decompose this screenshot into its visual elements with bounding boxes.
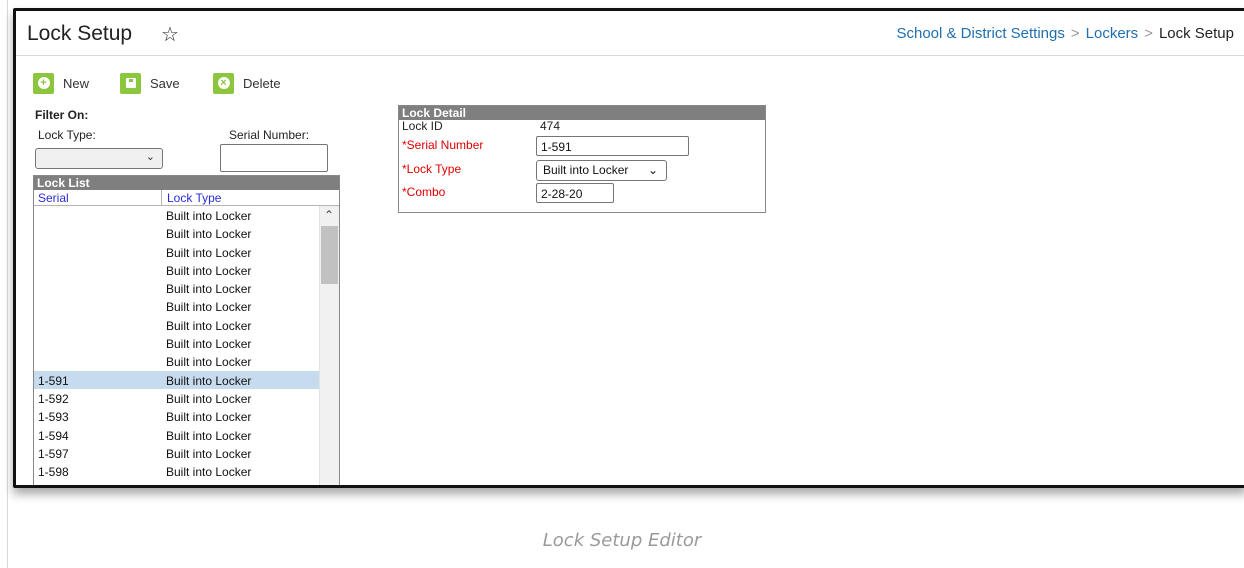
screenshot-frame: Lock Setup ☆ School & District Settings >… [13, 8, 1244, 488]
star-icon[interactable]: ☆ [161, 22, 179, 47]
table-row[interactable]: Built into Locker [34, 224, 319, 242]
serial-number-filter-input[interactable] [220, 144, 328, 172]
row-lock-type: Built into Locker [166, 373, 252, 388]
table-row[interactable]: Built into Locker [34, 243, 319, 261]
row-lock-type: Built into Locker [166, 428, 252, 443]
breadcrumb: School & District Settings > Lockers > Lock … [896, 25, 1234, 42]
table-row[interactable]: Built into Locker [34, 206, 319, 224]
table-row[interactable]: Built into Locker [34, 334, 319, 352]
lock-list-rows: Built into Locker Built into Locker Built … [34, 206, 319, 480]
lock-type-label: *Lock Type [402, 162, 461, 176]
lock-type-filter-label: Lock Type: [38, 128, 96, 142]
table-row[interactable]: 1-592 Built into Locker [34, 389, 319, 407]
new-label: New [63, 75, 90, 91]
row-lock-type: Built into Locker [166, 391, 252, 406]
lock-id-value: 474 [540, 119, 561, 133]
row-lock-type: Built into Locker [166, 209, 252, 223]
chevron-right-icon: > [1144, 25, 1153, 42]
lock-type-select-value: Built into Locker [543, 163, 629, 177]
combo-label: *Combo [402, 185, 445, 199]
serial-number-label-text: Serial Number [406, 138, 484, 152]
row-lock-type: Built into Locker [166, 465, 252, 480]
row-serial: 1-597 [38, 446, 69, 461]
row-serial: 1-592 [38, 391, 69, 406]
column-header-lock-type[interactable]: Lock Type [161, 190, 221, 205]
row-serial: 1-591 [38, 373, 69, 388]
figure-caption: Lock Setup Editor [542, 530, 702, 551]
breadcrumb-school-district-settings[interactable]: School & District Settings [896, 25, 1064, 42]
table-row[interactable]: 1-598 Built into Locker [34, 462, 319, 480]
row-lock-type: Built into Locker [166, 300, 252, 315]
table-row[interactable]: Built into Locker [34, 261, 319, 279]
chevron-down-icon: ⌄ [145, 151, 155, 163]
row-serial: 1-594 [38, 428, 69, 443]
table-row[interactable]: 1-591 Built into Locker [34, 370, 319, 389]
lock-type-select[interactable]: Built into Locker ⌄ [536, 160, 667, 181]
row-lock-type: Built into Locker [166, 263, 252, 278]
lock-list-scrollbar[interactable]: ⌃ [319, 206, 339, 485]
table-row[interactable]: Built into Locker [34, 316, 319, 334]
page-left-rule [7, 0, 8, 568]
table-row[interactable]: Built into Locker [34, 352, 319, 370]
x-circle-icon: × [213, 72, 234, 94]
plus-circle-icon: + [33, 72, 54, 94]
new-button[interactable]: + New [33, 71, 89, 95]
chevron-right-icon: > [1070, 25, 1080, 42]
column-header-serial[interactable]: Serial [38, 191, 69, 205]
row-lock-type: Built into Locker [166, 355, 252, 370]
row-lock-type: Built into Locker [166, 245, 252, 260]
serial-number-filter-label: Serial Number: [229, 128, 310, 142]
chevron-up-icon[interactable]: ⌃ [324, 208, 334, 222]
serial-number-label: *Serial Number [402, 138, 483, 152]
save-disk-icon [120, 72, 141, 94]
breadcrumb-lockers[interactable]: Lockers [1086, 25, 1139, 42]
row-lock-type: Built into Locker [166, 337, 252, 352]
chevron-down-icon: ⌄ [647, 163, 658, 177]
table-row[interactable]: 1-597 Built into Locker [34, 444, 319, 462]
row-lock-type: Built into Locker [166, 318, 252, 333]
combo-label-text: Combo [406, 185, 446, 199]
table-row[interactable]: Built into Locker [34, 279, 319, 297]
lock-list-header: Serial Lock Type [34, 190, 339, 206]
lock-type-label-text: Lock Type [406, 162, 462, 176]
row-serial: 1-598 [38, 465, 69, 480]
row-lock-type: Built into Locker [166, 410, 252, 425]
breadcrumb-current: Lock Setup [1158, 25, 1234, 42]
row-lock-type: Built into Locker [166, 282, 252, 297]
combo-input[interactable]: 2-28-20 [536, 183, 614, 203]
delete-label: Delete [243, 75, 281, 91]
lock-list-title: Lock List [34, 176, 339, 190]
scroll-thumb[interactable] [321, 226, 338, 284]
save-button[interactable]: Save [120, 71, 180, 95]
page-header: Lock Setup ☆ School & District Settings >… [16, 11, 1244, 56]
lock-detail-panel: Lock Detail Lock ID 474 *Serial Number 1… [398, 105, 766, 213]
lock-detail-title: Lock Detail [399, 106, 765, 120]
row-lock-type: Built into Locker [166, 446, 252, 461]
row-lock-type: Built into Locker [166, 227, 252, 242]
lock-type-filter-select[interactable]: ⌄ [35, 148, 163, 169]
save-label: Save [150, 75, 180, 91]
lock-id-label: Lock ID [402, 119, 443, 133]
table-row[interactable]: 1-594 Built into Locker [34, 426, 319, 444]
filter-heading: Filter On: [35, 108, 89, 122]
page-title: Lock Setup [27, 22, 133, 45]
delete-button[interactable]: × Delete [213, 71, 281, 95]
table-row[interactable]: Built into Locker [34, 297, 319, 315]
lock-list-panel: Lock List Serial Lock Type Built into Lo… [33, 175, 340, 485]
serial-number-input[interactable]: 1-591 [536, 136, 689, 156]
row-serial: 1-593 [38, 410, 69, 425]
table-row[interactable]: 1-593 Built into Locker [34, 407, 319, 425]
